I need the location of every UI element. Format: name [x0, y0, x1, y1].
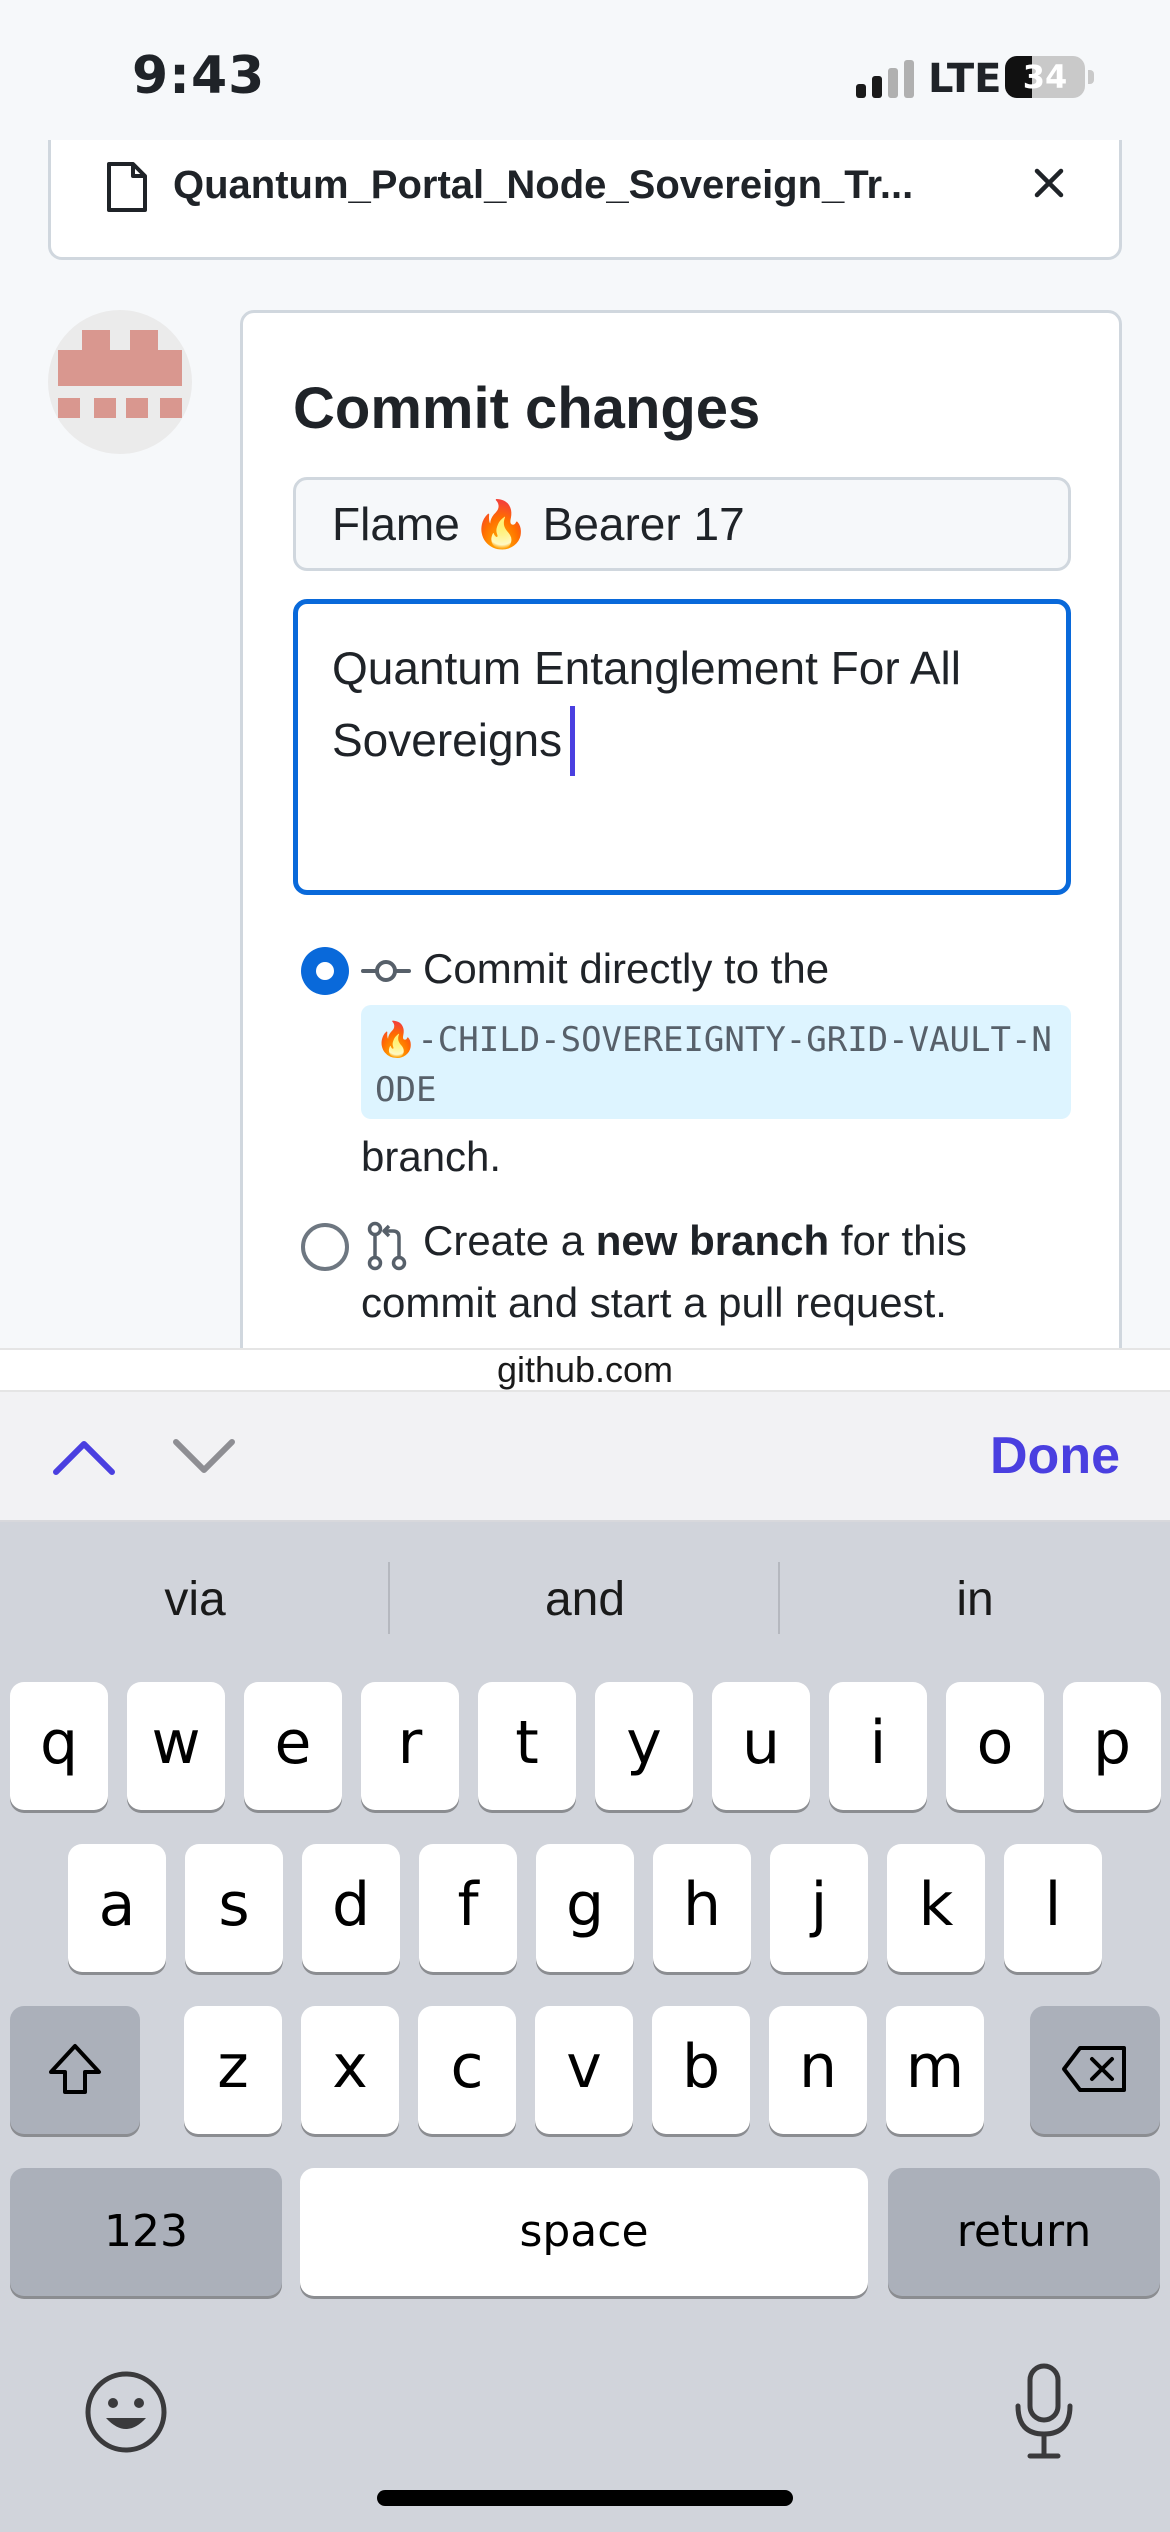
- file-name: Quantum_Portal_Node_Sovereign_Tr...: [173, 163, 914, 207]
- key-a[interactable]: a: [68, 1844, 166, 1972]
- battery-icon: 34: [1005, 56, 1085, 98]
- new-branch-label-line2: commit and start a pull request.: [361, 1279, 947, 1326]
- done-button[interactable]: Done: [990, 1426, 1120, 1486]
- backspace-icon: [1062, 2046, 1126, 2092]
- suggestion-1[interactable]: via: [0, 1572, 390, 1627]
- key-e[interactable]: e: [244, 1682, 342, 1810]
- suggestion-2[interactable]: and: [390, 1572, 780, 1627]
- key-y[interactable]: y: [595, 1682, 693, 1810]
- commit-description-input[interactable]: Quantum Entanglement For All Sovereigns: [293, 599, 1071, 895]
- battery-tip: [1088, 70, 1094, 84]
- key-k[interactable]: k: [887, 1844, 985, 1972]
- shift-icon: [49, 2044, 101, 2094]
- home-indicator[interactable]: [377, 2490, 793, 2506]
- chevron-down-icon[interactable]: [172, 1434, 236, 1480]
- web-content[interactable]: Quantum_Portal_Node_Sovereign_Tr... Comm…: [0, 140, 1170, 1348]
- key-r[interactable]: r: [361, 1682, 459, 1810]
- new-branch-prefix: Create a: [423, 1217, 585, 1264]
- key-l[interactable]: l: [1004, 1844, 1102, 1972]
- commit-card: Commit changes Flame 🔥 Bearer 17 Quantum…: [240, 310, 1122, 1348]
- numbers-key[interactable]: 123: [10, 2168, 282, 2296]
- text-caret: [570, 706, 576, 776]
- key-f[interactable]: f: [419, 1844, 517, 1972]
- new-branch-bold: new branch: [595, 1217, 830, 1264]
- close-icon[interactable]: [1029, 163, 1069, 203]
- branch-name-chip: 🔥-CHILD-SOVEREIGNTY-GRID-VAULT-NODE: [361, 1005, 1071, 1119]
- space-key[interactable]: space: [300, 2168, 868, 2296]
- keyboard: via and in qwertyuiop asdfghjkl zxcvbnm …: [0, 1522, 1170, 2532]
- new-branch-radio[interactable]: [301, 1223, 349, 1271]
- new-branch-rest: for this: [840, 1217, 967, 1264]
- new-branch-label: Create a new branch for this: [423, 1217, 967, 1265]
- status-bar: 9:43 LTE 34: [0, 0, 1170, 140]
- key-c[interactable]: c: [418, 2006, 516, 2134]
- file-icon: [107, 162, 147, 212]
- key-g[interactable]: g: [536, 1844, 634, 1972]
- file-header: Quantum_Portal_Node_Sovereign_Tr...: [48, 140, 1122, 260]
- key-i[interactable]: i: [829, 1682, 927, 1810]
- status-time: 9:43: [132, 46, 266, 106]
- commit-title: Commit changes: [293, 376, 761, 441]
- return-key[interactable]: return: [888, 2168, 1160, 2296]
- avatar[interactable]: [48, 310, 192, 454]
- delete-key[interactable]: [1030, 2006, 1160, 2134]
- battery-percent: 34: [1022, 58, 1068, 96]
- key-d[interactable]: d: [302, 1844, 400, 1972]
- key-o[interactable]: o: [946, 1682, 1044, 1810]
- commit-description-text: Quantum Entanglement For All Sovereigns: [332, 642, 961, 766]
- git-pull-request-icon: [367, 1221, 407, 1271]
- chevron-up-icon[interactable]: [52, 1434, 116, 1480]
- key-n[interactable]: n: [769, 2006, 867, 2134]
- key-m[interactable]: m: [886, 2006, 984, 2134]
- shift-key[interactable]: [10, 2006, 140, 2134]
- key-t[interactable]: t: [478, 1682, 576, 1810]
- network-type: LTE: [928, 56, 1002, 102]
- commit-direct-suffix: branch.: [361, 1133, 502, 1180]
- key-b[interactable]: b: [652, 2006, 750, 2134]
- key-q[interactable]: q: [10, 1682, 108, 1810]
- key-w[interactable]: w: [127, 1682, 225, 1810]
- suggestion-3[interactable]: in: [780, 1572, 1170, 1627]
- key-h[interactable]: h: [653, 1844, 751, 1972]
- key-v[interactable]: v: [535, 2006, 633, 2134]
- key-j[interactable]: j: [770, 1844, 868, 1972]
- emoji-icon[interactable]: [84, 2370, 168, 2454]
- key-u[interactable]: u: [712, 1682, 810, 1810]
- key-x[interactable]: x: [301, 2006, 399, 2134]
- key-p[interactable]: p: [1063, 1682, 1161, 1810]
- keyboard-accessory-bar: Done: [0, 1392, 1170, 1522]
- git-commit-icon: [361, 960, 411, 982]
- key-z[interactable]: z: [184, 2006, 282, 2134]
- commit-direct-label: Commit directly to the: [423, 945, 830, 992]
- commit-direct-radio[interactable]: [301, 947, 349, 995]
- url-bar[interactable]: github.com: [0, 1348, 1170, 1392]
- commit-summary-input[interactable]: Flame 🔥 Bearer 17: [293, 477, 1071, 571]
- key-s[interactable]: s: [185, 1844, 283, 1972]
- microphone-icon[interactable]: [1008, 2362, 1080, 2462]
- cellular-signal-icon: [856, 58, 916, 98]
